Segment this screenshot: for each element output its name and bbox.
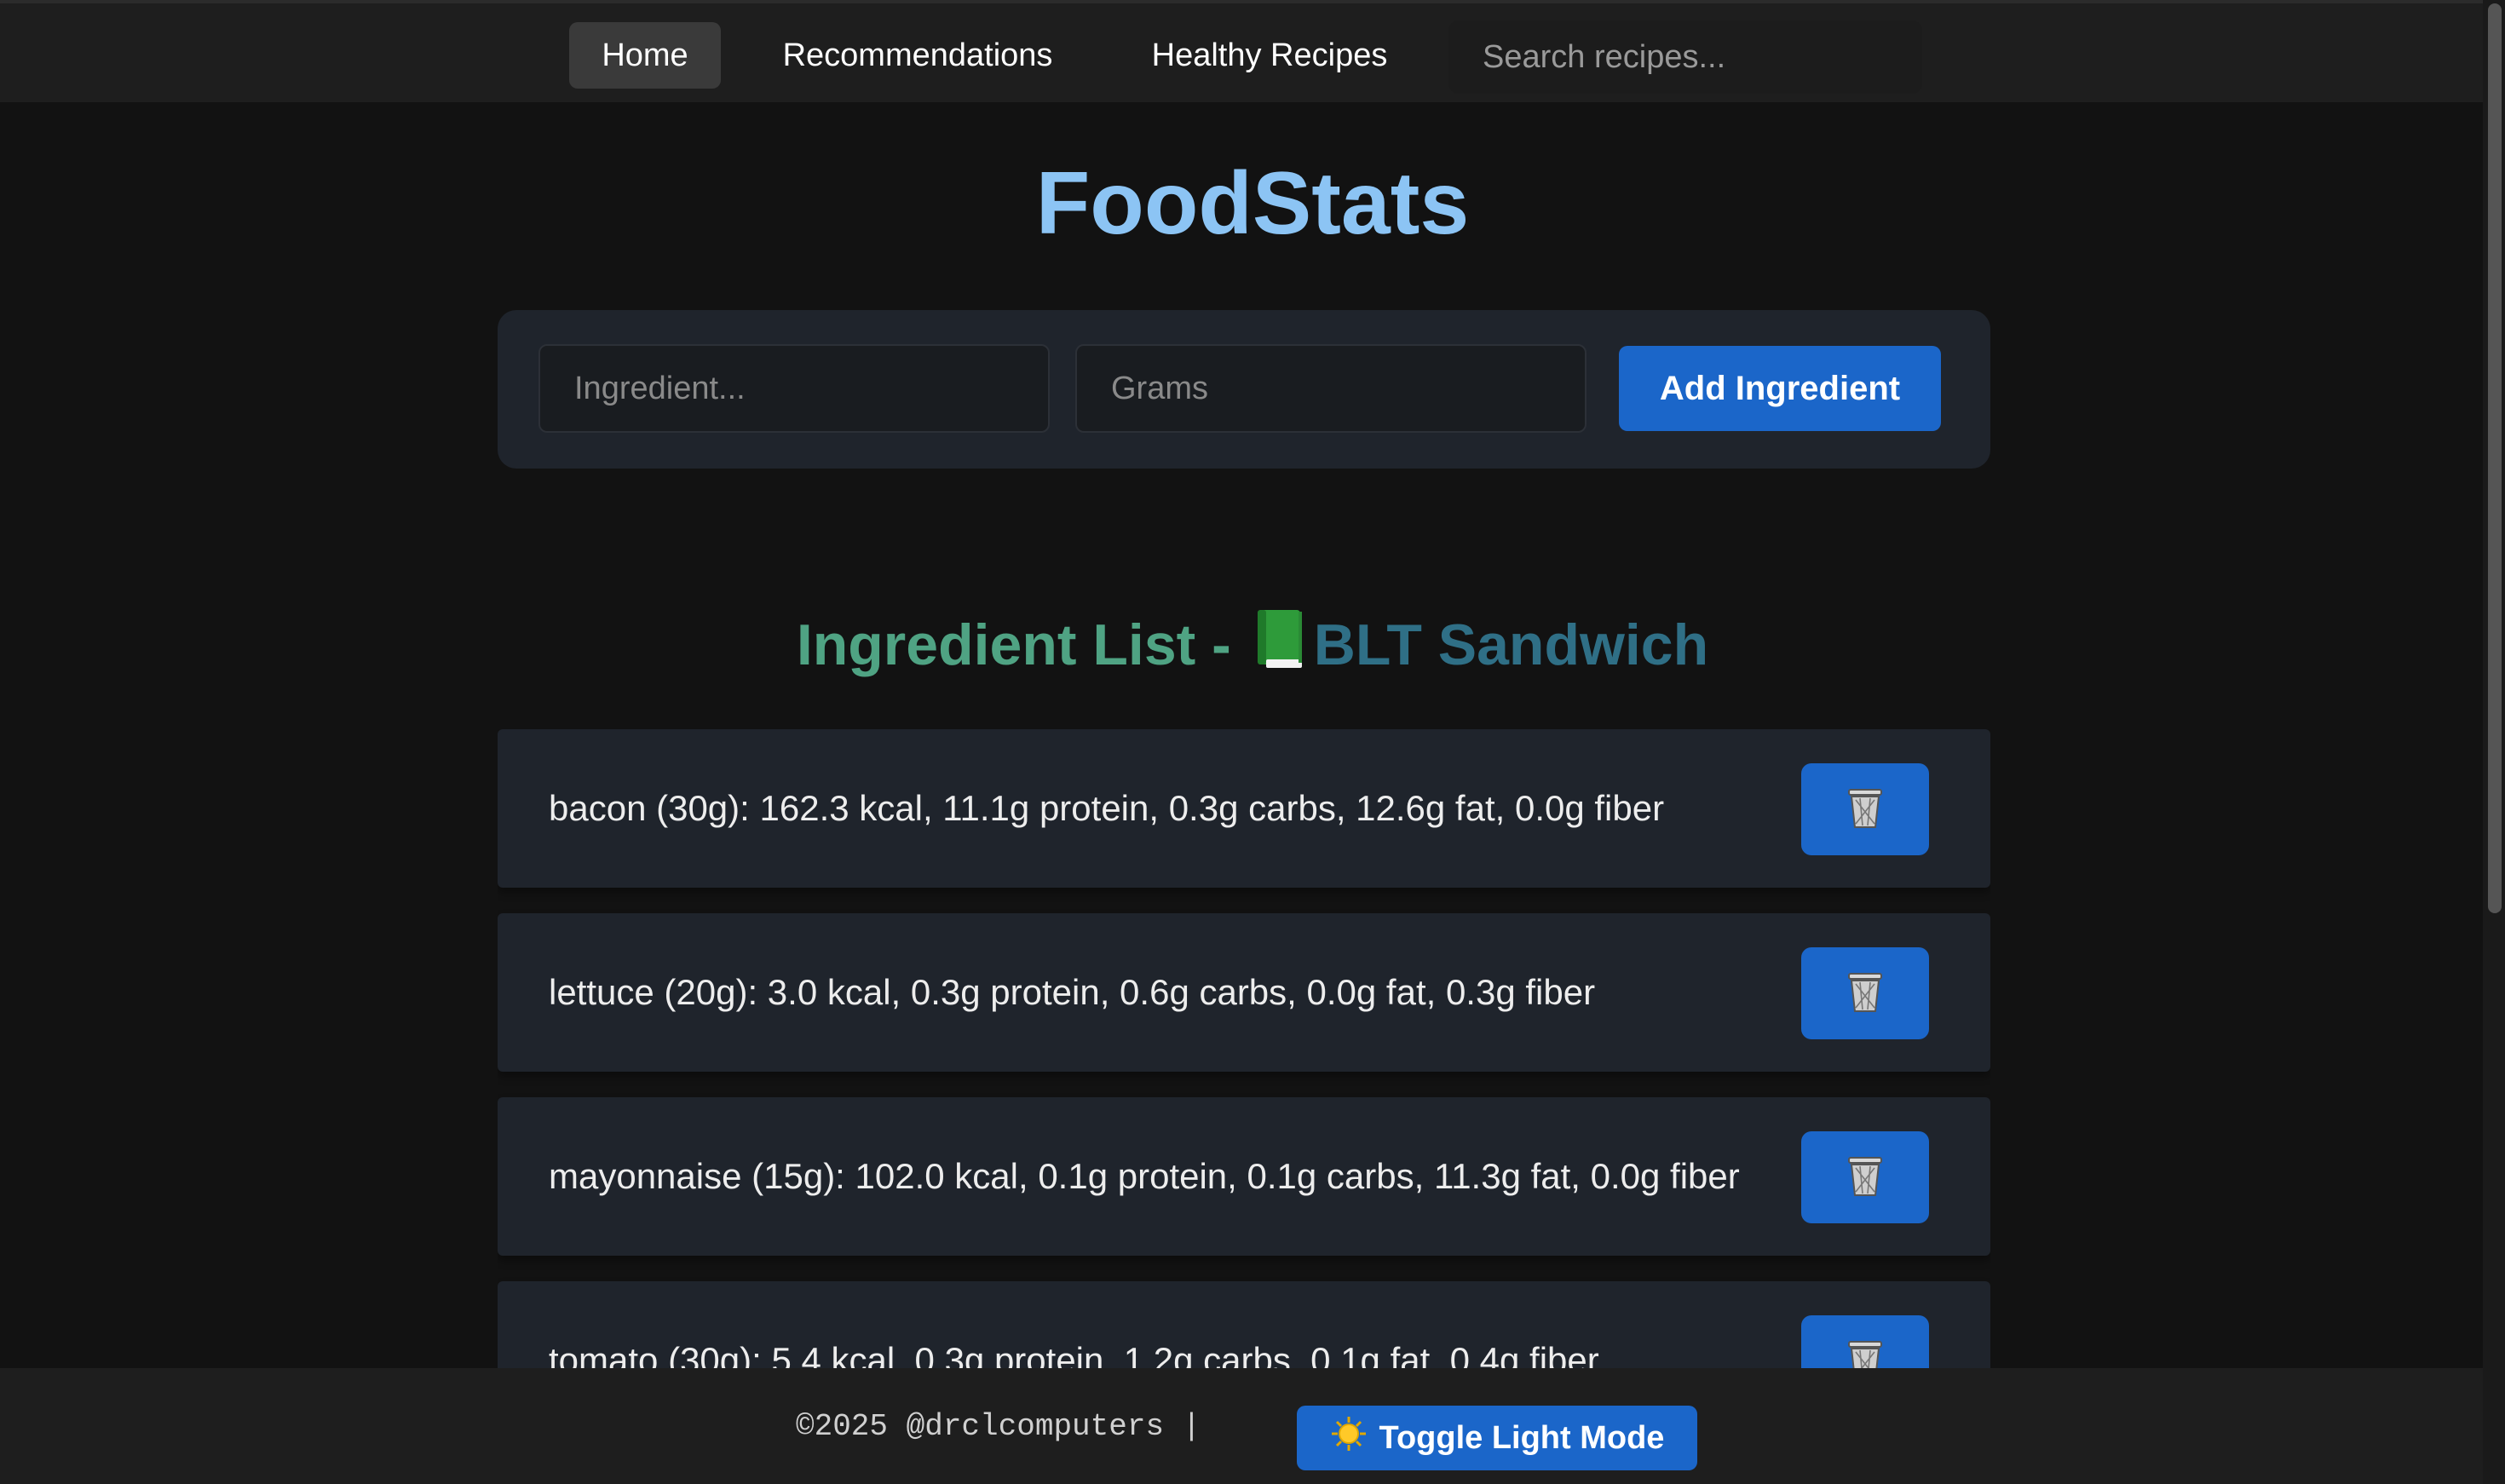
wastebasket-icon xyxy=(1846,786,1885,833)
list-item: tomato (30g): 5.4 kcal, 0.3g protein, 1.… xyxy=(498,1281,1990,1368)
delete-button[interactable] xyxy=(1801,1131,1929,1223)
nav-recommendations[interactable]: Recommendations xyxy=(750,22,1086,89)
wastebasket-icon xyxy=(1846,1338,1885,1368)
ingredient-input[interactable] xyxy=(538,344,1050,433)
ingredient-text: mayonnaise (15g): 102.0 kcal, 0.1g prote… xyxy=(549,1156,1740,1196)
copyright-text: ©2025 @drclcomputers | xyxy=(796,1408,1201,1444)
nav-healthy-recipes[interactable]: Healthy Recipes xyxy=(1108,22,1431,89)
ingredient-text: bacon (30g): 162.3 kcal, 11.1g protein, … xyxy=(549,788,1665,828)
add-ingredient-button[interactable]: Add Ingredient xyxy=(1619,346,1941,431)
ingredient-text: tomato (30g): 5.4 kcal, 0.3g protein, 1.… xyxy=(549,1340,1599,1368)
delete-button[interactable] xyxy=(1801,763,1929,855)
scrollbar-thumb[interactable] xyxy=(2488,3,2502,913)
delete-button[interactable] xyxy=(1801,1315,1929,1368)
nav-home[interactable]: Home xyxy=(569,22,721,89)
list-item: bacon (30g): 162.3 kcal, 11.1g protein, … xyxy=(498,729,1990,888)
toggle-label: Toggle Light Mode xyxy=(1379,1419,1665,1456)
ingredient-list: bacon (30g): 162.3 kcal, 11.1g protein, … xyxy=(498,729,1990,1368)
search-input[interactable] xyxy=(1448,20,1922,94)
footer: ©2025 @drclcomputers | Toggle Light Mode xyxy=(0,1368,2505,1484)
navbar: Home Recommendations Healthy Recipes xyxy=(0,0,2505,102)
ingredient-text: lettuce (20g): 3.0 kcal, 0.3g protein, 0… xyxy=(549,972,1596,1012)
grams-input[interactable] xyxy=(1075,344,1586,433)
ingredient-list-heading: Ingredient List - BLT Sandwich xyxy=(0,608,2505,683)
page-title: FoodStats xyxy=(1035,154,1470,253)
wastebasket-icon xyxy=(1846,970,1885,1017)
sun-icon xyxy=(1330,1415,1368,1461)
toggle-light-mode-button[interactable]: Toggle Light Mode xyxy=(1297,1406,1697,1470)
recipe-name: BLT Sandwich xyxy=(1313,613,1709,677)
heading-prefix: Ingredient List - xyxy=(796,613,1247,677)
list-item: lettuce (20g): 3.0 kcal, 0.3g protein, 0… xyxy=(498,913,1990,1072)
delete-button[interactable] xyxy=(1801,947,1929,1039)
green-book-icon xyxy=(1254,608,1307,683)
list-item: mayonnaise (15g): 102.0 kcal, 0.1g prote… xyxy=(498,1097,1990,1256)
wastebasket-icon xyxy=(1846,1154,1885,1201)
add-ingredient-form: Add Ingredient xyxy=(498,310,1990,469)
